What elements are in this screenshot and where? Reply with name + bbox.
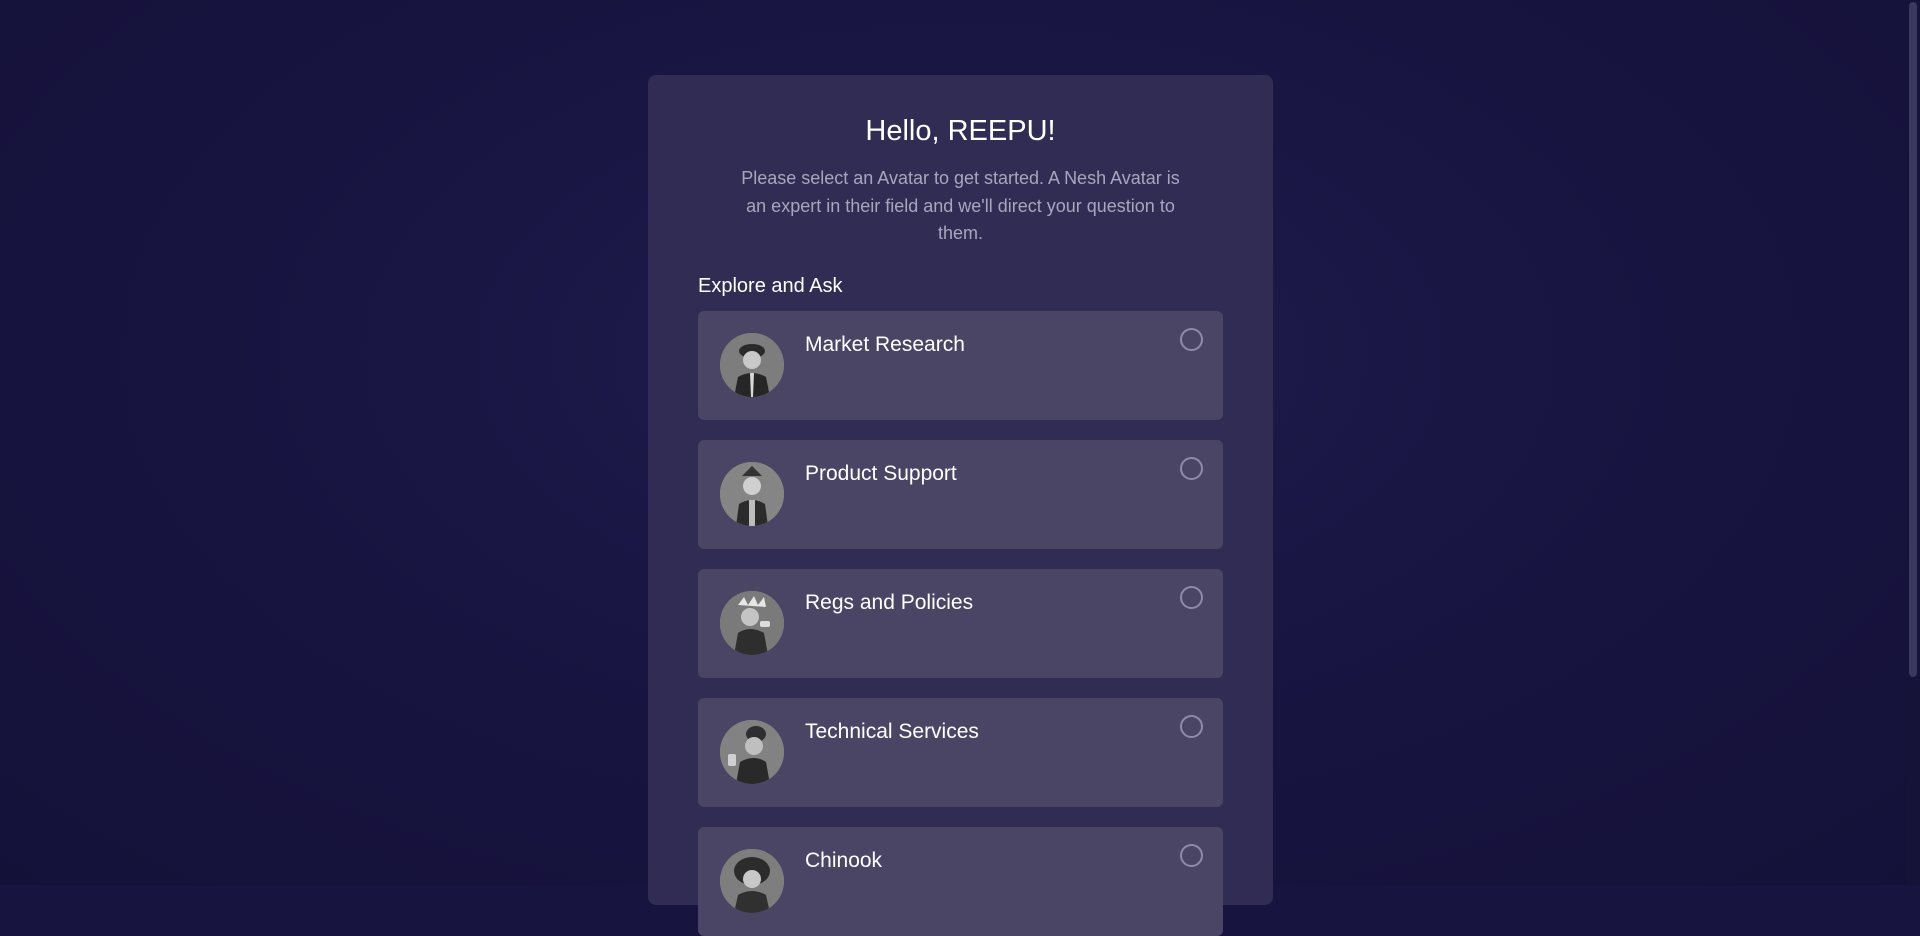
product-support-avatar-icon [720,462,784,526]
avatar-name: Product Support [805,462,957,485]
page-scrollbar[interactable] [1906,0,1920,885]
avatar-name: Chinook [805,849,883,872]
section-label-explore: Explore and Ask [698,275,843,297]
avatar-radio[interactable] [1180,844,1203,867]
avatar-name: Technical Services [805,720,979,743]
avatar-card-chinook[interactable]: Chinook [698,827,1223,936]
avatar-card-product-support[interactable]: Product Support [698,440,1223,549]
technical-services-avatar-icon [720,720,784,784]
instructions-text: Please select an Avatar to get started. … [741,168,1180,243]
avatar-card-technical-services[interactable]: Technical Services [698,698,1223,807]
avatar-radio[interactable] [1180,457,1203,480]
avatar-name: Regs and Policies [805,591,974,614]
greeting-title: Hello, REEPU! [865,115,1056,147]
scrollbar-thumb[interactable] [1909,2,1917,677]
avatar-radio[interactable] [1180,715,1203,738]
chinook-avatar-icon [720,849,784,913]
market-research-avatar-icon [720,333,784,397]
avatar-name: Market Research [805,333,965,356]
avatar-card-regs-policies[interactable]: Regs and Policies [698,569,1223,678]
avatar-radio[interactable] [1180,586,1203,609]
avatar-selection-panel: Hello, REEPU! Please select an Avatar to… [648,75,1273,936]
avatar-card-market-research[interactable]: Market Research [698,311,1223,420]
regs-policies-avatar-icon [720,591,784,655]
avatar-radio[interactable] [1180,328,1203,351]
